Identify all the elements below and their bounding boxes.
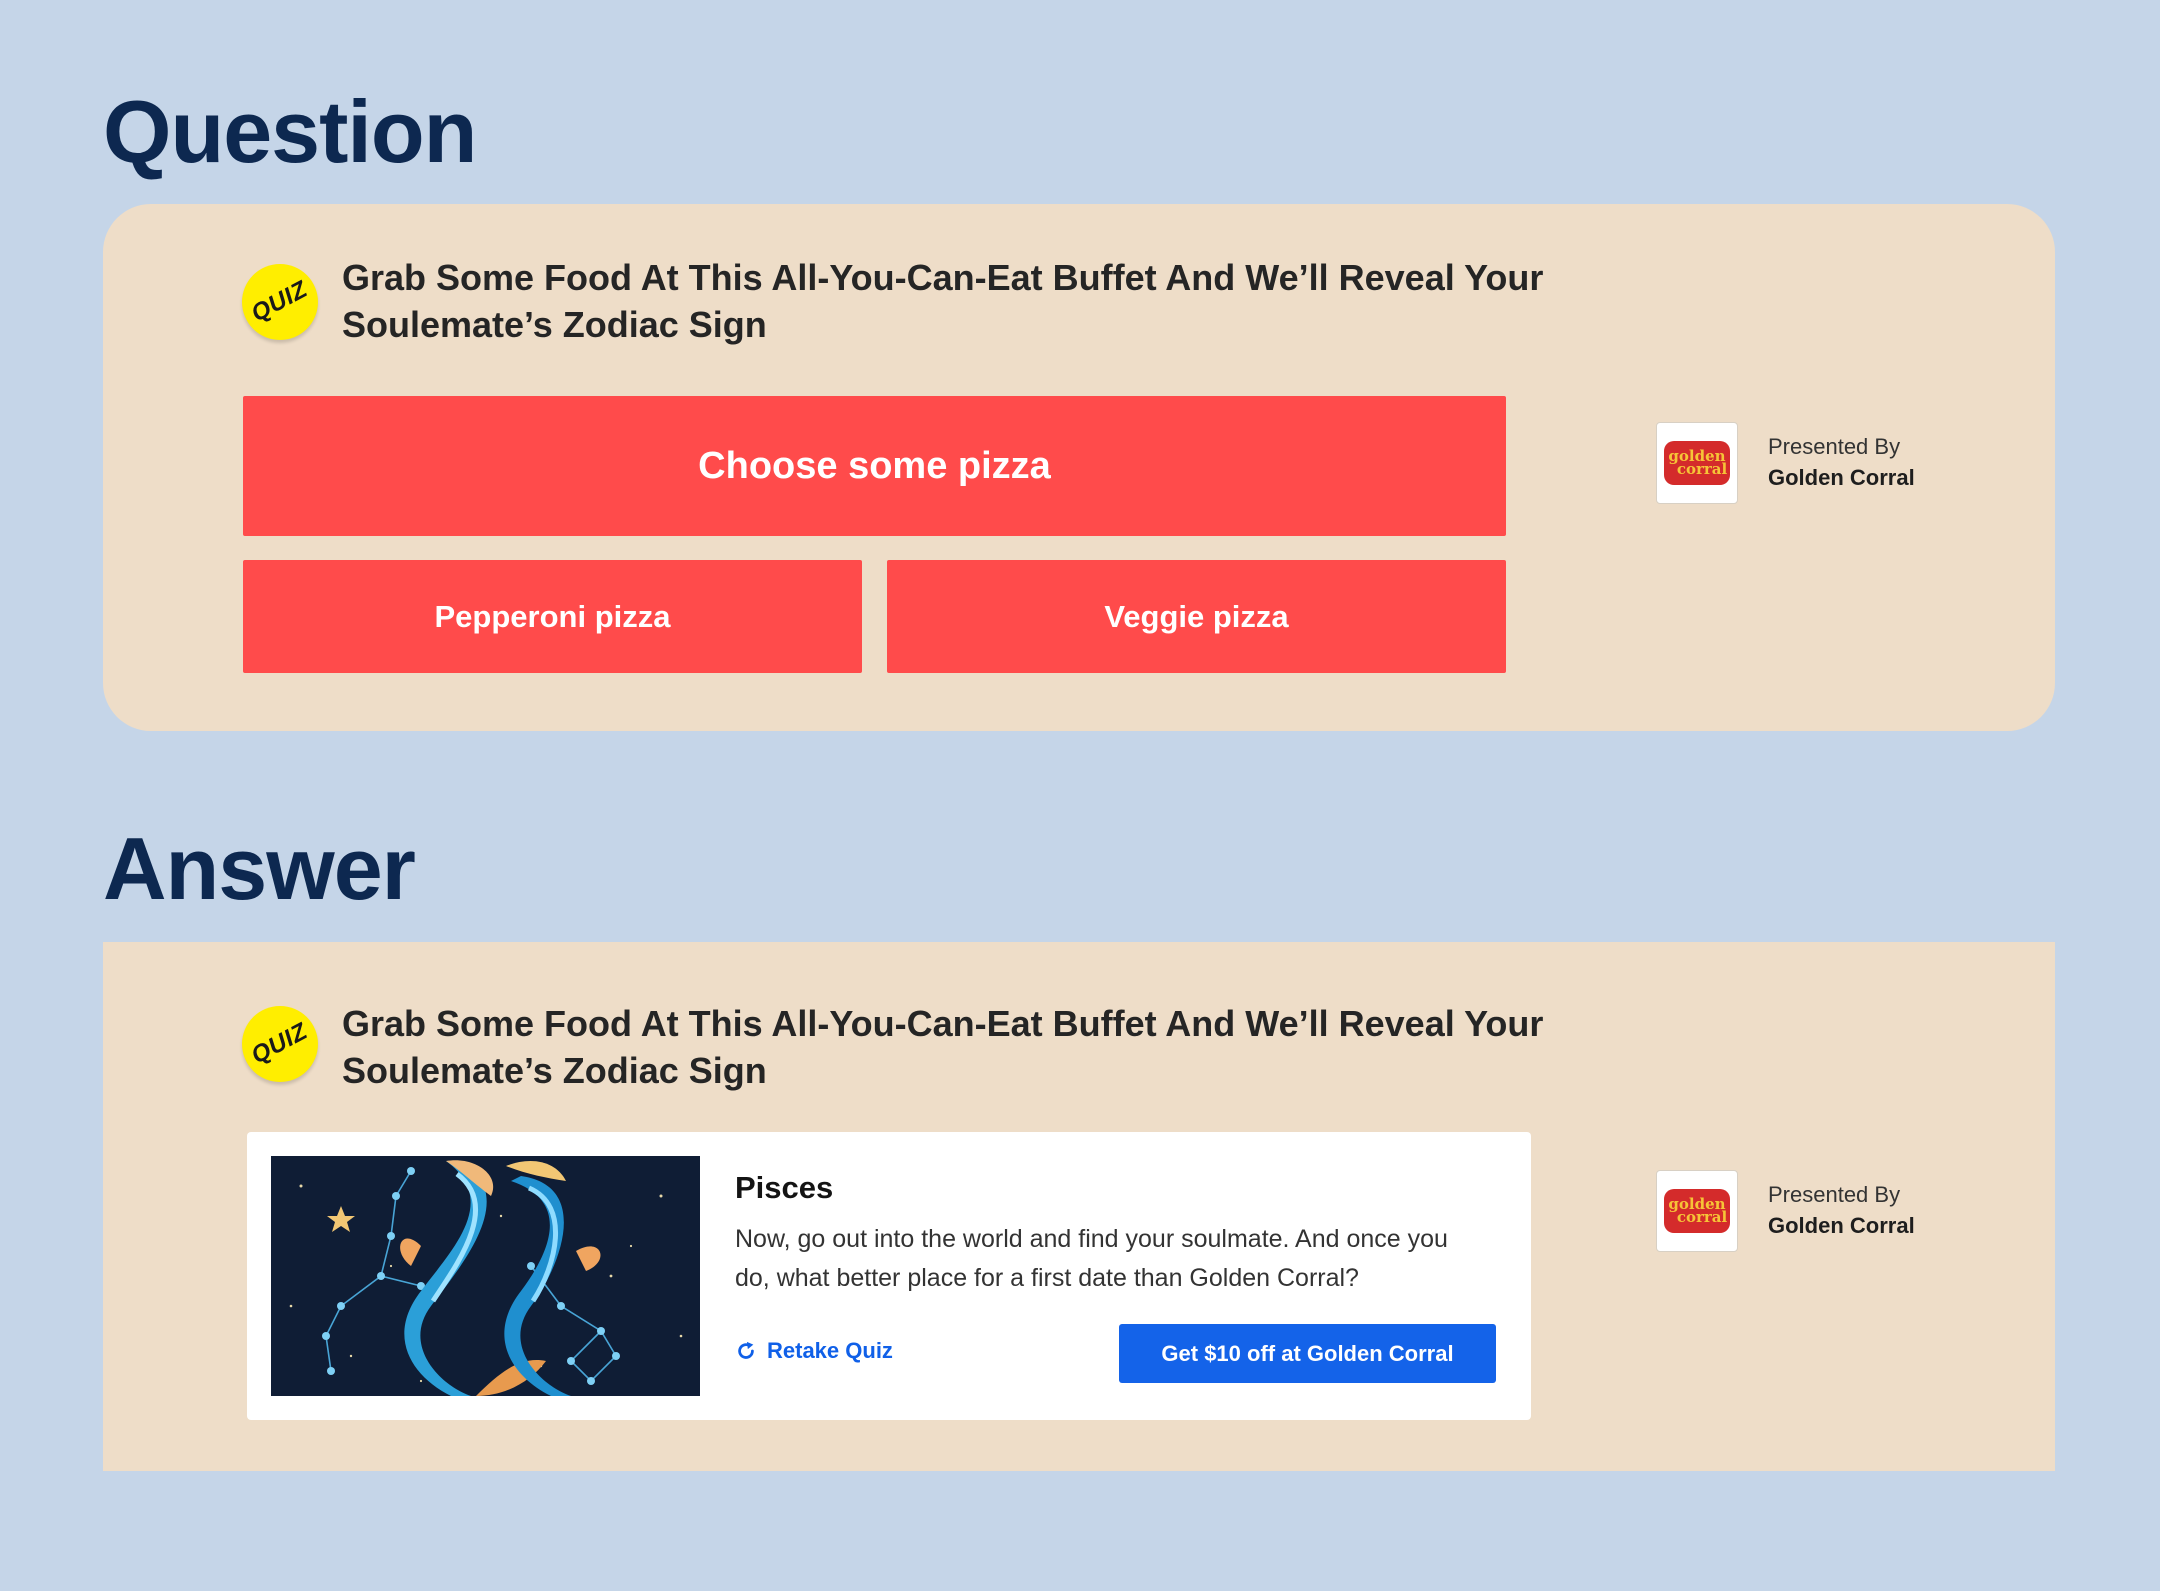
choose-pizza-button[interactable]: Choose some pizza	[243, 396, 1506, 536]
quiz-badge-icon: QUIZ	[242, 1006, 318, 1082]
retake-quiz-label: Retake Quiz	[767, 1338, 893, 1363]
sponsor-block: golden corral Presented By Golden Corral	[1656, 422, 1956, 506]
pisces-illustration	[271, 1156, 700, 1396]
sponsor-label: Presented By	[1768, 1182, 1901, 1207]
question-section-title: Question	[103, 82, 477, 181]
answer-section-title: Answer	[103, 819, 416, 918]
golden-corral-logo[interactable]: golden corral	[1656, 1170, 1738, 1252]
quiz-badge-label: QUIZ	[247, 275, 313, 328]
quiz-badge-icon: QUIZ	[242, 264, 318, 340]
refresh-icon	[738, 1341, 754, 1359]
golden-corral-logo[interactable]: golden corral	[1656, 422, 1738, 504]
pisces-fish-image	[271, 1156, 700, 1396]
golden-corral-offer-button[interactable]: Get $10 off at Golden Corral	[1119, 1324, 1496, 1383]
sponsor-name[interactable]: Golden Corral	[1768, 465, 1915, 491]
quiz-headline: Grab Some Food At This All-You-Can-Eat B…	[342, 1003, 1544, 1091]
result-sign-title: Pisces	[735, 1170, 834, 1205]
pepperoni-pizza-option[interactable]: Pepperoni pizza	[243, 560, 862, 673]
logo-mark: golden corral	[1664, 1189, 1730, 1233]
logo-mark: golden corral	[1664, 441, 1730, 485]
quiz-badge-label: QUIZ	[247, 1017, 313, 1070]
quiz-headline: Grab Some Food At This All-You-Can-Eat B…	[342, 257, 1544, 345]
veggie-pizza-option[interactable]: Veggie pizza	[887, 560, 1506, 673]
sponsor-block: golden corral Presented By Golden Corral	[1656, 1170, 1956, 1254]
result-description: Now, go out into the world and find your…	[735, 1225, 1448, 1292]
sponsor-name[interactable]: Golden Corral	[1768, 1213, 1915, 1239]
sponsor-label: Presented By	[1768, 434, 1901, 459]
result-card: Pisces Now, go out into the world and fi…	[247, 1132, 1531, 1420]
question-panel: QUIZ Grab Some Food At This All-You-Can-…	[103, 204, 2055, 731]
logo-text-corral: corral	[1676, 1208, 1728, 1226]
answer-panel: QUIZ Grab Some Food At This All-You-Can-…	[103, 942, 2055, 1471]
logo-text-corral: corral	[1676, 460, 1728, 478]
retake-quiz-link[interactable]: Retake Quiz	[735, 1338, 893, 1364]
